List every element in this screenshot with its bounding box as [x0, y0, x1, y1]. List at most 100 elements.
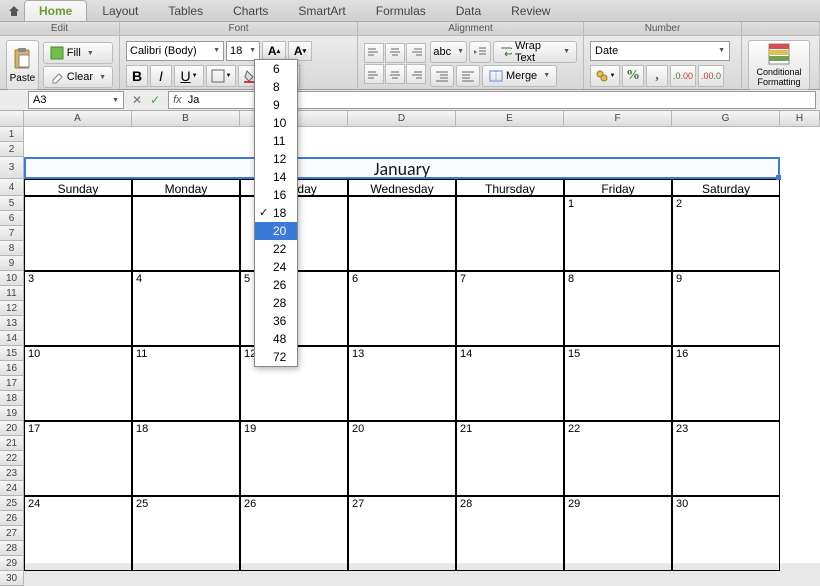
calendar-day[interactable]: 25 [132, 496, 240, 571]
row-header-27[interactable]: 27 [0, 526, 24, 541]
row-header-22[interactable]: 22 [0, 451, 24, 466]
col-header-F[interactable]: F [564, 111, 672, 127]
day-header[interactable]: Friday [564, 179, 672, 196]
font-size-option-36[interactable]: 36 [255, 312, 297, 330]
calendar-day[interactable]: 18 [132, 421, 240, 496]
row-header-26[interactable]: 26 [0, 511, 24, 526]
row-header-4[interactable]: 4 [0, 179, 24, 196]
row-header-17[interactable]: 17 [0, 376, 24, 391]
decrease-decimal-button[interactable]: .00.0 [698, 65, 724, 87]
row-header-8[interactable]: 8 [0, 241, 24, 256]
italic-button[interactable]: I [150, 65, 172, 87]
font-size-option-24[interactable]: 24 [255, 258, 297, 276]
row-header-18[interactable]: 18 [0, 391, 24, 406]
row-header-6[interactable]: 6 [0, 211, 24, 226]
font-size-option-16[interactable]: 16 [255, 186, 297, 204]
border-button[interactable]: ▼ [206, 65, 236, 87]
font-size-option-22[interactable]: 22 [255, 240, 297, 258]
calendar-day[interactable]: 28 [456, 496, 564, 571]
calendar-day[interactable]: 10 [24, 346, 132, 421]
tab-data[interactable]: Data [441, 0, 496, 21]
wrap-text-button[interactable]: Wrap Text▼ [493, 41, 577, 63]
font-size-select[interactable]: 18▼ [226, 41, 260, 61]
row-header-30[interactable]: 30 [0, 571, 24, 586]
paste-button[interactable]: Paste [6, 40, 39, 90]
name-box[interactable]: A3▼ [28, 91, 124, 109]
calendar-day[interactable]: 2 [672, 196, 780, 271]
align-top-center[interactable] [385, 43, 405, 63]
font-size-option-18[interactable]: 18 [255, 204, 297, 222]
row-header-10[interactable]: 10 [0, 271, 24, 286]
calendar-day[interactable]: 13 [348, 346, 456, 421]
row-header-21[interactable]: 21 [0, 436, 24, 451]
align-bottom-right[interactable] [406, 64, 426, 84]
row-header-1[interactable]: 1 [0, 127, 24, 142]
shrink-font-button[interactable]: A▾ [288, 41, 312, 61]
indent-left-button[interactable] [430, 65, 454, 87]
calendar-day[interactable]: 26 [240, 496, 348, 571]
row-header-14[interactable]: 14 [0, 331, 24, 346]
align-bottom-left[interactable] [364, 64, 384, 84]
col-header-B[interactable]: B [132, 111, 240, 127]
col-header-D[interactable]: D [348, 111, 456, 127]
row-header-15[interactable]: 15 [0, 346, 24, 361]
align-top-right[interactable] [406, 43, 426, 63]
font-size-option-10[interactable]: 10 [255, 114, 297, 132]
currency-button[interactable]: ▼ [590, 65, 620, 87]
orientation-button[interactable]: abc▼ [430, 41, 467, 63]
font-size-option-8[interactable]: 8 [255, 78, 297, 96]
underline-button[interactable]: U▼ [174, 65, 204, 87]
font-size-option-12[interactable]: 12 [255, 150, 297, 168]
calendar-day[interactable]: 1 [564, 196, 672, 271]
tab-charts[interactable]: Charts [218, 0, 283, 21]
grow-font-button[interactable]: A▴ [262, 41, 286, 61]
row-header-24[interactable]: 24 [0, 481, 24, 496]
home-icon[interactable] [4, 0, 24, 21]
calendar-empty[interactable] [24, 196, 132, 271]
day-header[interactable]: Thursday [456, 179, 564, 196]
calendar-day[interactable]: 3 [24, 271, 132, 346]
row-header-23[interactable]: 23 [0, 466, 24, 481]
calendar-day[interactable]: 4 [132, 271, 240, 346]
bold-button[interactable]: B [126, 65, 148, 87]
calendar-day[interactable]: 21 [456, 421, 564, 496]
tab-formulas[interactable]: Formulas [361, 0, 441, 21]
col-header-E[interactable]: E [456, 111, 564, 127]
col-header-A[interactable]: A [24, 111, 132, 127]
calendar-day[interactable]: 30 [672, 496, 780, 571]
row-header-11[interactable]: 11 [0, 286, 24, 301]
font-size-option-6[interactable]: 6 [255, 60, 297, 78]
row-header-7[interactable]: 7 [0, 226, 24, 241]
tab-review[interactable]: Review [496, 0, 565, 21]
calendar-day[interactable]: 27 [348, 496, 456, 571]
day-header[interactable]: Sunday [24, 179, 132, 196]
calendar-day[interactable]: 29 [564, 496, 672, 571]
calendar-day[interactable] [348, 196, 456, 271]
indent-decrease-button[interactable] [469, 41, 491, 63]
calendar-day[interactable] [456, 196, 564, 271]
cancel-icon[interactable]: ✕ [132, 93, 142, 107]
day-header[interactable]: Wednesday [348, 179, 456, 196]
merge-button[interactable]: Merge▼ [482, 65, 557, 87]
col-header-H[interactable]: H [780, 111, 820, 127]
font-size-option-11[interactable]: 11 [255, 132, 297, 150]
calendar-day[interactable]: 9 [672, 271, 780, 346]
align-bottom-center[interactable] [385, 64, 405, 84]
conditional-formatting-button[interactable]: Conditional Formatting [748, 40, 810, 90]
calendar-day[interactable]: 16 [672, 346, 780, 421]
day-header[interactable]: Monday [132, 179, 240, 196]
font-size-option-9[interactable]: 9 [255, 96, 297, 114]
row-header-9[interactable]: 9 [0, 256, 24, 271]
tab-layout[interactable]: Layout [87, 0, 153, 21]
calendar-day[interactable]: 7 [456, 271, 564, 346]
row-header-2[interactable]: 2 [0, 142, 24, 157]
font-size-option-72[interactable]: 72 [255, 348, 297, 366]
indent-right-button[interactable] [456, 65, 480, 87]
font-size-dropdown[interactable]: 6891011121416182022242628364872 [254, 59, 298, 367]
calendar-day[interactable]: 22 [564, 421, 672, 496]
calendar-day[interactable]: 20 [348, 421, 456, 496]
calendar-day[interactable]: 19 [240, 421, 348, 496]
calendar-title[interactable]: January [24, 157, 780, 179]
font-size-option-48[interactable]: 48 [255, 330, 297, 348]
row-header-12[interactable]: 12 [0, 301, 24, 316]
